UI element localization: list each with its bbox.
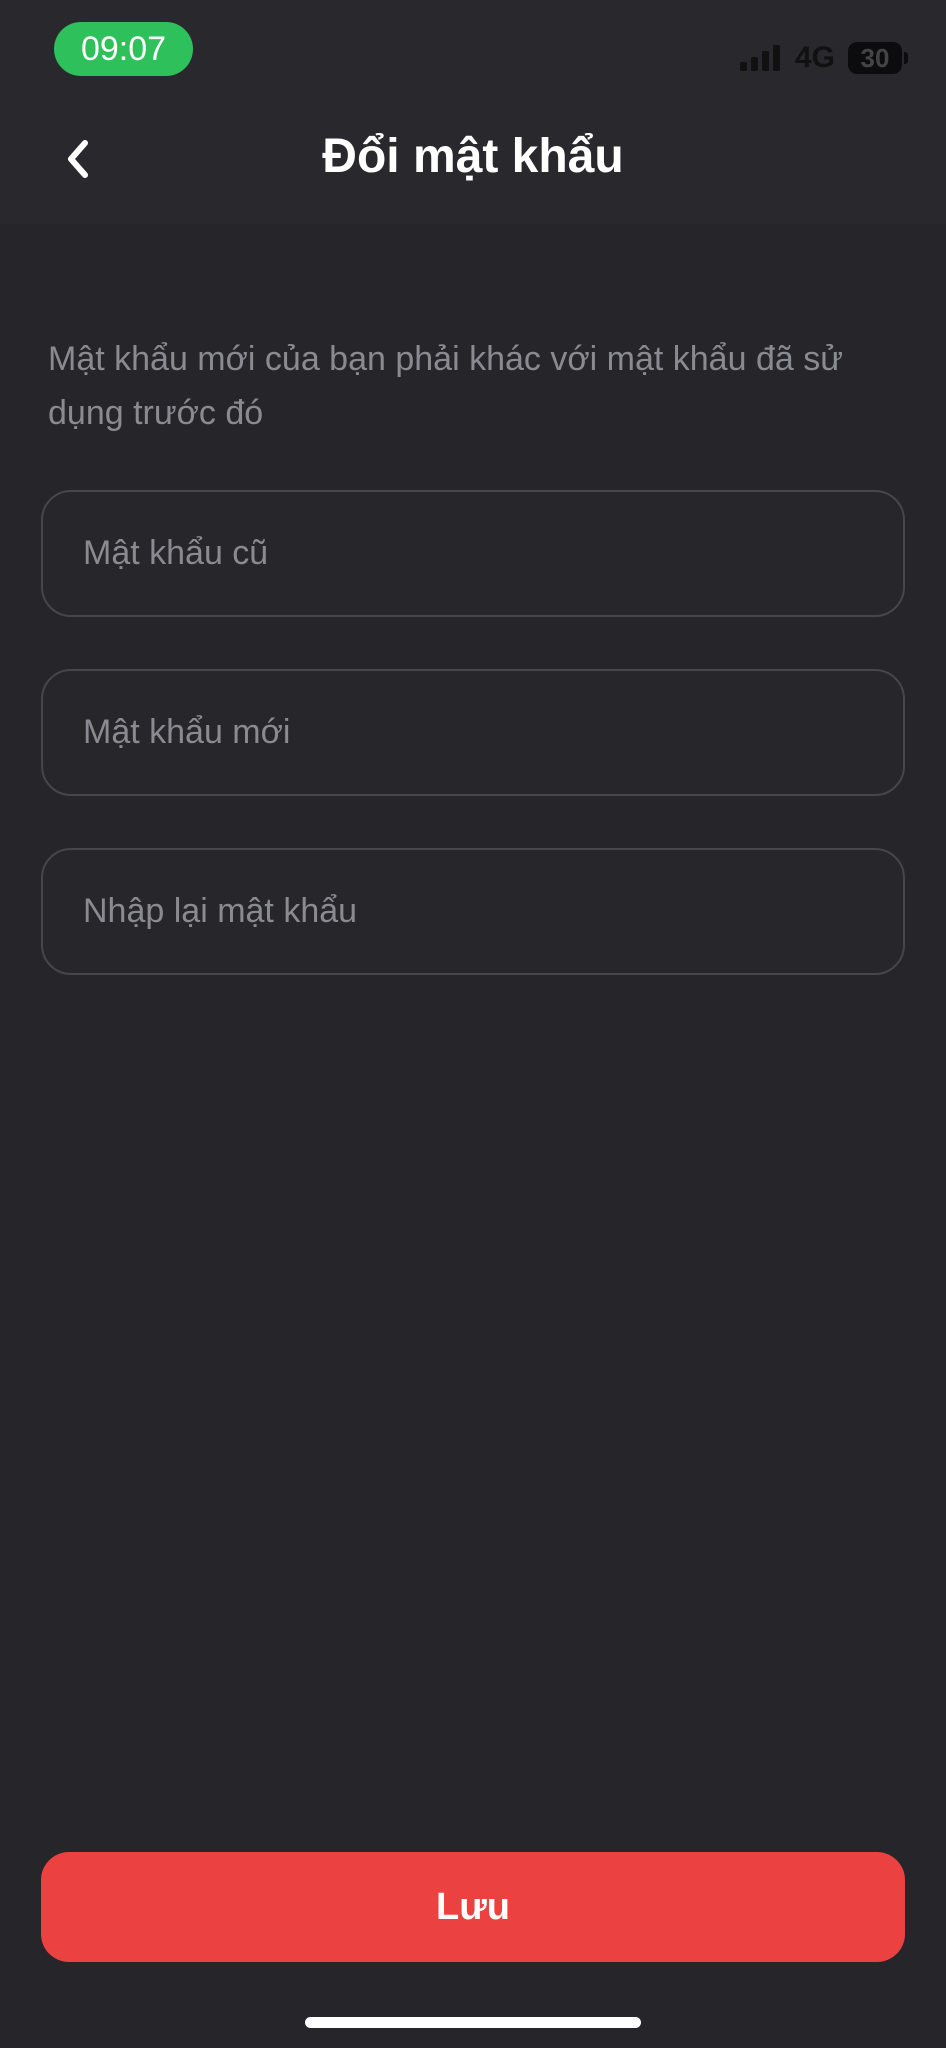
chevron-left-icon xyxy=(68,140,88,178)
battery-icon: 30 xyxy=(848,42,902,74)
confirm-password-field[interactable] xyxy=(41,848,905,975)
new-password-field[interactable] xyxy=(41,669,905,796)
old-password-field[interactable] xyxy=(41,490,905,617)
navigation-bar: Đổi mật khẩu xyxy=(0,100,946,224)
password-hint-text: Mật khẩu mới của bạn phải khác với mật k… xyxy=(48,340,843,432)
confirm-password-input[interactable] xyxy=(83,850,863,973)
save-button[interactable]: Lưu xyxy=(41,1852,905,1962)
cellular-signal-icon xyxy=(740,45,784,76)
status-time: 09:07 xyxy=(54,22,193,76)
new-password-input[interactable] xyxy=(83,671,863,794)
network-type-label: 4G xyxy=(795,41,836,74)
status-bar: 09:07 4G 30 xyxy=(0,0,946,100)
back-button[interactable] xyxy=(48,124,108,194)
home-indicator xyxy=(305,2017,641,2028)
battery-level-label: 30 xyxy=(860,43,890,73)
page-title: Đổi mật khẩu xyxy=(322,130,624,183)
old-password-input[interactable] xyxy=(83,492,863,615)
change-password-screen: 09:07 4G 30 Đổi mật khẩu Mật khẩu mới củ… xyxy=(0,0,946,2048)
battery-cap xyxy=(904,52,908,64)
